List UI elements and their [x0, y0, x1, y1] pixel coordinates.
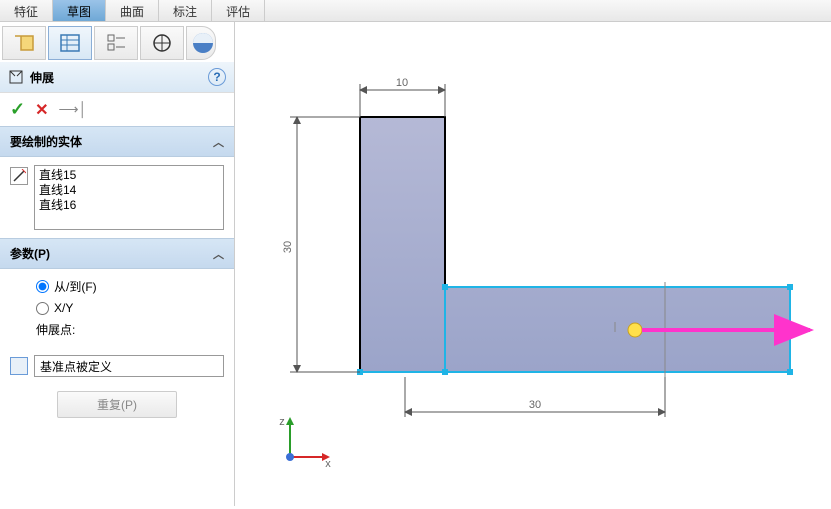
list-item[interactable]: 直线15	[39, 168, 219, 183]
sketch-viewport[interactable]: 10 30 30	[235, 22, 831, 506]
help-icon[interactable]: ?	[208, 68, 226, 86]
point-selector-icon[interactable]	[10, 357, 28, 375]
entities-section-header[interactable]: 要绘制的实体 ︿	[0, 126, 234, 157]
graphics-area[interactable]: 10 30 30	[235, 22, 831, 506]
list-item[interactable]: 直线14	[39, 183, 219, 198]
manager-tabs	[0, 22, 234, 62]
config-tab[interactable]	[94, 26, 138, 60]
dim-left: 30	[282, 241, 294, 253]
params-body: 从/到(F) X/Y 伸展点:	[0, 269, 234, 351]
tab-feature[interactable]: 特征	[0, 0, 53, 21]
feature-tree-tab[interactable]	[2, 26, 46, 60]
action-row: ✓ ✕ ⟶│	[0, 93, 234, 126]
tab-evaluate[interactable]: 评估	[212, 0, 265, 21]
cancel-button[interactable]: ✕	[35, 100, 48, 120]
ok-button[interactable]: ✓	[10, 99, 25, 120]
property-manager: 伸展 ? ✓ ✕ ⟶│ 要绘制的实体 ︿ 直线15 直线14 直线16 参数(P…	[0, 22, 235, 506]
radio-from-to[interactable]: 从/到(F)	[12, 275, 222, 298]
feature-header: 伸展 ?	[0, 62, 234, 93]
dim-top: 10	[396, 77, 408, 89]
dimxpert-tab[interactable]	[140, 26, 184, 60]
radio-from-to-label: 从/到(F)	[54, 278, 97, 295]
entities-selector: 直线15 直线14 直线16	[10, 165, 224, 230]
dim-bottom: 30	[529, 399, 541, 411]
extend-feature-icon	[8, 69, 24, 85]
tab-annotate[interactable]: 标注	[159, 0, 212, 21]
property-tab[interactable]	[48, 26, 92, 60]
entity-list[interactable]: 直线15 直线14 直线16	[34, 165, 224, 230]
extend-point-label: 伸展点:	[12, 318, 222, 341]
collapse-entities-icon[interactable]: ︿	[213, 134, 224, 150]
render-tab[interactable]	[186, 26, 216, 60]
tab-surface[interactable]: 曲面	[106, 0, 159, 21]
repeat-button: 重复(P)	[57, 391, 177, 418]
radio-xy-label: X/Y	[54, 301, 73, 315]
collapse-params-icon[interactable]: ︿	[213, 246, 224, 262]
list-item[interactable]: 直线16	[39, 198, 219, 213]
radio-from-to-input[interactable]	[36, 280, 49, 293]
feature-title: 伸展	[30, 69, 208, 86]
extend-point-row	[10, 355, 224, 377]
top-tab-bar: 特征 草图 曲面 标注 评估	[0, 0, 831, 22]
entities-title: 要绘制的实体	[10, 133, 82, 150]
extend-point-field[interactable]	[34, 355, 224, 377]
radio-xy-input[interactable]	[36, 302, 49, 315]
radio-xy[interactable]: X/Y	[12, 298, 222, 318]
params-title: 参数(P)	[10, 245, 50, 262]
pin-icon[interactable]: ⟶│	[59, 101, 88, 118]
params-section-header[interactable]: 参数(P) ︿	[0, 238, 234, 269]
entity-filter-icon[interactable]	[10, 167, 28, 185]
tab-sketch[interactable]: 草图	[53, 0, 106, 21]
